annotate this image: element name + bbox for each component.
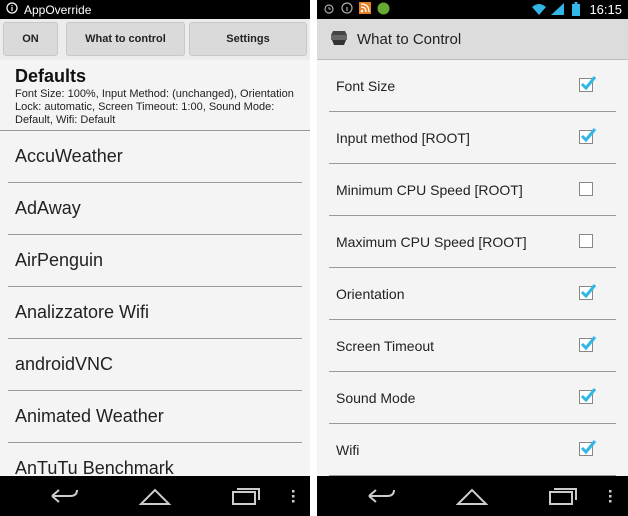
nav-bar [0, 476, 310, 516]
info-icon [6, 2, 18, 17]
option-sound-mode[interactable]: Sound Mode [329, 372, 616, 424]
checkbox[interactable] [579, 284, 597, 300]
list-item[interactable]: Animated Weather [8, 391, 302, 443]
option-orientation[interactable]: Orientation [329, 268, 616, 320]
alarm-icon [323, 2, 335, 17]
option-screen-timeout[interactable]: Screen Timeout [329, 320, 616, 372]
app-logo-icon[interactable] [329, 27, 349, 52]
option-input-method[interactable]: Input method [ROOT] [329, 112, 616, 164]
option-list: Font Size Input method [ROOT] Minimum CP… [329, 60, 616, 476]
signal-icon [551, 3, 564, 18]
rss-icon [359, 2, 371, 17]
option-label: Font Size [336, 77, 396, 94]
option-label: Sound Mode [336, 389, 416, 406]
option-min-cpu[interactable]: Minimum CPU Speed [ROOT] [329, 164, 616, 216]
info-icon [341, 2, 353, 17]
tab-what-to-control[interactable]: What to control [66, 22, 185, 56]
option-label: Orientation [336, 285, 405, 302]
checkbox[interactable] [579, 440, 597, 456]
action-bar: What to Control [317, 19, 628, 60]
wifi-icon [532, 3, 546, 18]
status-bar: AppOverride [0, 0, 310, 19]
checkmark-icon [580, 128, 597, 143]
option-label: Wifi [336, 441, 360, 458]
list-item[interactable]: AdAway [8, 183, 302, 235]
app-name: AccuWeather [15, 146, 123, 166]
defaults-description: Font Size: 100%, Input Method: (unchange… [15, 88, 294, 126]
checkmark-icon [580, 336, 597, 351]
option-wifi[interactable]: Wifi [329, 424, 616, 476]
option-max-cpu[interactable]: Maximum CPU Speed [ROOT] [329, 216, 616, 268]
list-item[interactable]: AccuWeather [8, 131, 302, 183]
status-bar: 16:15 [317, 0, 628, 19]
app-name: AdAway [15, 198, 81, 218]
screen-divider [310, 0, 317, 516]
checkbox[interactable] [579, 336, 597, 352]
right-screen: 16:15 What to Control Font Size Input me… [317, 0, 628, 516]
checkmark-icon [580, 76, 597, 91]
option-label: Input method [ROOT] [336, 129, 470, 146]
app-name: Animated Weather [15, 406, 164, 426]
checkbox[interactable] [579, 128, 597, 144]
checkmark-icon [580, 388, 597, 403]
left-screen: AppOverride ON What to control Settings … [0, 0, 310, 516]
battery-app-icon [377, 2, 390, 18]
checkbox[interactable] [579, 182, 593, 196]
page-title: What to Control [357, 30, 462, 48]
list-item[interactable]: androidVNC [8, 339, 302, 391]
checkbox[interactable] [579, 234, 593, 248]
app-name: AirPenguin [15, 250, 104, 270]
tab-settings[interactable]: Settings [189, 22, 307, 56]
nav-bar [317, 476, 628, 516]
app-name: androidVNC [15, 354, 114, 374]
defaults-title: Defaults [15, 66, 87, 86]
option-label: Maximum CPU Speed [ROOT] [336, 233, 527, 250]
status-clock: 16:15 [589, 2, 622, 17]
defaults-item[interactable]: Defaults Font Size: 100%, Input Method: … [0, 60, 310, 131]
option-label: Screen Timeout [336, 337, 435, 354]
checkbox[interactable] [579, 388, 597, 404]
tab-bar: ON What to control Settings [0, 19, 310, 60]
tab-on[interactable]: ON [3, 22, 58, 56]
app-name: Analizzatore Wifi [15, 302, 150, 322]
option-label: Minimum CPU Speed [ROOT] [336, 181, 523, 198]
option-font-size[interactable]: Font Size [329, 60, 616, 112]
app-list: AccuWeather AdAway AirPenguin Analizzato… [8, 131, 302, 495]
list-item[interactable]: Analizzatore Wifi [8, 287, 302, 339]
checkmark-icon [580, 440, 597, 455]
list-item[interactable]: AirPenguin [8, 235, 302, 287]
checkmark-icon [580, 284, 597, 299]
status-app-title: AppOverride [24, 2, 92, 17]
checkbox[interactable] [579, 76, 597, 92]
battery-icon [572, 2, 580, 19]
